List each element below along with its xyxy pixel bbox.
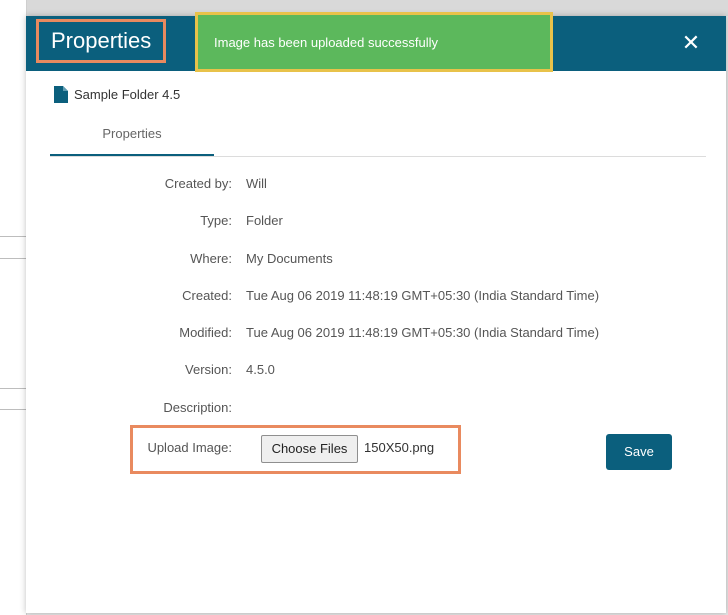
property-value: 4.5.0 xyxy=(246,362,275,377)
property-label: Modified: xyxy=(179,325,232,340)
property-value: My Documents xyxy=(246,251,333,266)
property-label: Where: xyxy=(190,251,232,266)
property-row: Type: Folder xyxy=(26,213,283,233)
save-button[interactable]: Save xyxy=(606,434,672,470)
property-label: Created by: xyxy=(164,176,232,191)
divider xyxy=(0,388,26,389)
divider xyxy=(0,258,26,259)
dialog-title: Properties xyxy=(36,19,167,63)
tab-divider xyxy=(50,156,706,157)
choose-files-button[interactable]: Choose Files xyxy=(261,435,358,463)
property-value: Will xyxy=(246,176,267,191)
divider xyxy=(0,409,26,410)
property-row: Modified: Tue Aug 06 2019 11:48:19 GMT+0… xyxy=(26,325,599,345)
property-value: Tue Aug 06 2019 11:48:19 GMT+05:30 (Indi… xyxy=(246,325,600,340)
property-label: Description: xyxy=(163,400,232,415)
property-row: Created by: Will xyxy=(26,176,267,196)
upload-success-toast: Image has been uploaded successfully xyxy=(195,12,553,72)
property-label: Type: xyxy=(200,213,232,228)
folder-header: Sample Folder 4.5 xyxy=(54,86,180,103)
close-icon[interactable]: ✕ xyxy=(678,30,704,56)
property-label: Version: xyxy=(185,362,232,377)
background-sidebar xyxy=(0,0,27,615)
document-icon xyxy=(54,86,68,103)
tab-properties[interactable]: Properties xyxy=(50,124,214,156)
folder-name: Sample Folder 4.5 xyxy=(74,87,181,102)
property-row: Description: xyxy=(26,400,246,420)
property-row: Created: Tue Aug 06 2019 11:48:19 GMT+05… xyxy=(26,288,599,308)
property-row: Version: 4.5.0 xyxy=(26,362,275,382)
upload-image-label: Upload Image: xyxy=(147,440,232,455)
selected-file-name: 150X50.png xyxy=(364,440,435,455)
divider xyxy=(0,236,26,237)
property-row: Where: My Documents xyxy=(26,251,333,271)
property-label: Created: xyxy=(182,288,232,303)
property-value: Tue Aug 06 2019 11:48:19 GMT+05:30 (Indi… xyxy=(246,288,600,303)
properties-dialog: Properties ✕ Sample Folder 4.5 Propertie… xyxy=(26,16,726,613)
property-value: Folder xyxy=(246,213,283,228)
